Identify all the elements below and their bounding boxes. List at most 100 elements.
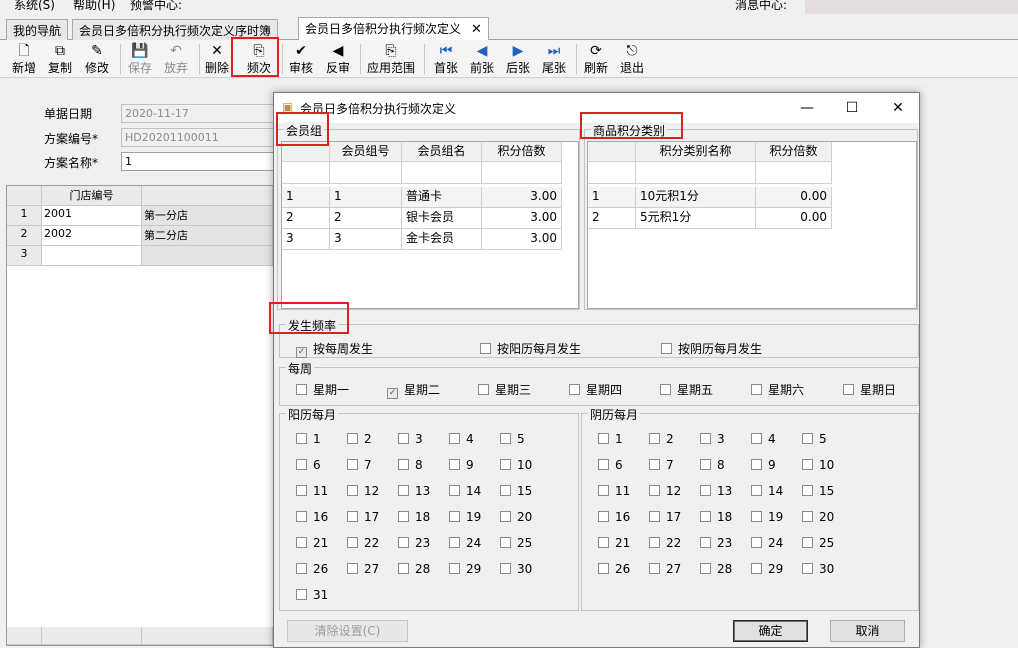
scope-button[interactable]: ⎘ 应用范围 — [364, 40, 418, 78]
solar-day-checkbox[interactable]: 21 — [296, 536, 328, 550]
menu-alert-center[interactable]: 预警中心: — [130, 0, 182, 13]
first-record-button[interactable]: ⏮ 首张 — [430, 40, 462, 78]
filter-cell[interactable] — [636, 162, 756, 184]
category-multiplier-header[interactable]: 积分倍数 — [756, 142, 832, 162]
solar-day-checkbox[interactable]: 19 — [449, 510, 481, 524]
store-name-cell[interactable]: 第一分店 — [142, 206, 273, 226]
solar-day-checkbox[interactable]: 20 — [500, 510, 532, 524]
lunar-day-checkbox[interactable]: 11 — [598, 484, 630, 498]
solar-day-checkbox[interactable]: 30 — [500, 562, 532, 576]
ok-button[interactable]: 确定 — [733, 620, 808, 642]
lunar-day-checkbox[interactable]: 7 — [649, 458, 674, 472]
solar-day-checkbox[interactable]: 29 — [449, 562, 481, 576]
member-name-cell[interactable]: 金卡会员 — [402, 229, 482, 250]
store-code-cell[interactable] — [42, 246, 142, 266]
lunar-day-checkbox[interactable]: 17 — [649, 510, 681, 524]
member-code-header[interactable]: 会员组号 — [330, 142, 402, 162]
store-name-header[interactable] — [142, 186, 273, 206]
day-checkbox-tue[interactable]: 星期二 — [387, 383, 440, 399]
solar-day-checkbox[interactable]: 16 — [296, 510, 328, 524]
filter-cell[interactable] — [402, 162, 482, 184]
lunar-day-checkbox[interactable]: 21 — [598, 536, 630, 550]
lunar-day-checkbox[interactable]: 2 — [649, 432, 674, 446]
solar-day-checkbox[interactable]: 24 — [449, 536, 481, 550]
day-checkbox-mon[interactable]: 星期一 — [296, 383, 349, 397]
code-field[interactable]: HD20201100011 — [121, 128, 276, 147]
lunar-day-checkbox[interactable]: 27 — [649, 562, 681, 576]
lunar-day-checkbox[interactable]: 22 — [649, 536, 681, 550]
day-checkbox-wed[interactable]: 星期三 — [478, 383, 531, 397]
lunar-day-checkbox[interactable]: 8 — [700, 458, 725, 472]
lunar-day-checkbox[interactable]: 13 — [700, 484, 732, 498]
solar-day-checkbox[interactable]: 2 — [347, 432, 372, 446]
store-code-cell[interactable]: 2001 — [42, 206, 142, 226]
menu-system[interactable]: 系统(S) — [14, 0, 55, 13]
lunar-day-checkbox[interactable]: 19 — [751, 510, 783, 524]
message-center-label[interactable]: 消息中心: — [735, 0, 787, 13]
delete-button[interactable]: ✕ 删除 — [202, 40, 232, 78]
discard-button[interactable]: ↶ 放弃 — [160, 40, 192, 78]
solar-day-checkbox[interactable]: 1 — [296, 432, 321, 446]
solar-day-checkbox[interactable]: 12 — [347, 484, 379, 498]
weekly-option-checkbox[interactable]: 按每周发生 — [296, 342, 373, 358]
menu-help[interactable]: 帮助(H) — [73, 0, 115, 13]
category-name-cell[interactable]: 5元积1分 — [636, 208, 756, 229]
solar-day-checkbox[interactable]: 28 — [398, 562, 430, 576]
tab-frequency-definition[interactable]: 会员日多倍积分执行频次定义 ✕ — [298, 17, 489, 41]
lunar-day-checkbox[interactable]: 6 — [598, 458, 623, 472]
lunar-day-checkbox[interactable]: 23 — [700, 536, 732, 550]
edit-button[interactable]: ✎ 修改 — [80, 40, 114, 78]
store-grid[interactable]: 门店编号 1 2001 第一分店 2 2002 第二分店 3 — [6, 185, 274, 646]
member-multiplier-cell[interactable]: 3.00 — [482, 229, 562, 250]
store-name-cell[interactable]: 第二分店 — [142, 226, 273, 246]
name-field[interactable]: 1 — [121, 152, 276, 171]
prev-record-button[interactable]: ◀ 前张 — [466, 40, 498, 78]
store-code-header[interactable]: 门店编号 — [42, 186, 142, 206]
product-category-grid[interactable]: 积分类别名称 积分倍数 1 10元积1分 0.00 2 5元积1分 0.00 — [587, 141, 917, 309]
member-name-cell[interactable]: 银卡会员 — [402, 208, 482, 229]
lunar-day-checkbox[interactable]: 16 — [598, 510, 630, 524]
message-center-box[interactable] — [805, 0, 1018, 14]
category-multiplier-cell[interactable]: 0.00 — [756, 187, 832, 208]
store-name-cell[interactable] — [142, 246, 273, 266]
filter-cell[interactable] — [756, 162, 832, 184]
solar-day-checkbox[interactable]: 27 — [347, 562, 379, 576]
store-code-cell[interactable]: 2002 — [42, 226, 142, 246]
lunar-day-checkbox[interactable]: 29 — [751, 562, 783, 576]
solar-day-checkbox[interactable]: 9 — [449, 458, 474, 472]
category-name-cell[interactable]: 10元积1分 — [636, 187, 756, 208]
audit-button[interactable]: ✔ 审核 — [286, 40, 316, 78]
day-checkbox-sun[interactable]: 星期日 — [843, 383, 896, 397]
lunar-day-checkbox[interactable]: 10 — [802, 458, 834, 472]
solar-day-checkbox[interactable]: 25 — [500, 536, 532, 550]
lunar-day-checkbox[interactable]: 4 — [751, 432, 776, 446]
member-group-grid[interactable]: 会员组号 会员组名 积分倍数 1 1 普通卡 3.00 2 2 银卡会员 3.0… — [281, 141, 579, 309]
day-checkbox-thu[interactable]: 星期四 — [569, 383, 622, 397]
solar-day-checkbox[interactable]: 15 — [500, 484, 532, 498]
solar-day-checkbox[interactable]: 10 — [500, 458, 532, 472]
member-code-cell[interactable]: 3 — [330, 229, 402, 250]
solar-day-checkbox[interactable]: 18 — [398, 510, 430, 524]
member-name-header[interactable]: 会员组名 — [402, 142, 482, 162]
close-tab-icon[interactable]: ✕ — [471, 22, 482, 37]
save-button[interactable]: 💾 保存 — [124, 40, 156, 78]
lunar-day-checkbox[interactable]: 5 — [802, 432, 827, 446]
lunar-day-checkbox[interactable]: 18 — [700, 510, 732, 524]
member-multiplier-cell[interactable]: 3.00 — [482, 208, 562, 229]
solar-day-checkbox[interactable]: 23 — [398, 536, 430, 550]
solar-month-option-checkbox[interactable]: 按阳历每月发生 — [480, 342, 581, 356]
category-name-header[interactable]: 积分类别名称 — [636, 142, 756, 162]
solar-day-checkbox[interactable]: 14 — [449, 484, 481, 498]
solar-day-checkbox[interactable]: 17 — [347, 510, 379, 524]
lunar-day-checkbox[interactable]: 30 — [802, 562, 834, 576]
solar-day-checkbox[interactable]: 6 — [296, 458, 321, 472]
lunar-day-checkbox[interactable]: 1 — [598, 432, 623, 446]
tab-my-navigation[interactable]: 我的导航 — [6, 19, 69, 40]
refresh-button[interactable]: ⟳ 刷新 — [580, 40, 612, 78]
exit-button[interactable]: ⎋ 退出 — [616, 40, 648, 78]
solar-day-checkbox[interactable]: 13 — [398, 484, 430, 498]
lunar-day-checkbox[interactable]: 14 — [751, 484, 783, 498]
last-record-button[interactable]: ⏭ 尾张 — [538, 40, 570, 78]
lunar-day-checkbox[interactable]: 15 — [802, 484, 834, 498]
lunar-day-checkbox[interactable]: 9 — [751, 458, 776, 472]
